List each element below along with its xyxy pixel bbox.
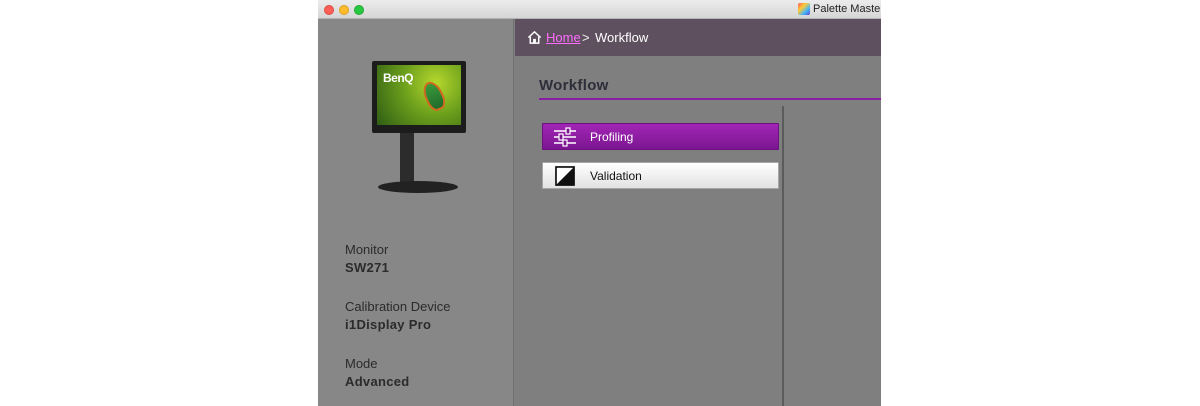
page-title: Workflow bbox=[539, 77, 609, 94]
breadcrumb: Home > Workflow bbox=[515, 19, 881, 56]
title-divider bbox=[539, 98, 881, 100]
workflow-panel: Workflow Profiling Validation bbox=[515, 56, 881, 406]
home-icon[interactable] bbox=[527, 30, 542, 45]
calibration-device-label: Calibration Device bbox=[345, 299, 451, 314]
monitor-label: Monitor bbox=[345, 242, 389, 257]
mode-value: Advanced bbox=[345, 374, 410, 389]
profiling-button[interactable]: Profiling bbox=[542, 123, 779, 150]
monitor-brand-logo: BenQ bbox=[383, 71, 414, 85]
validation-label: Validation bbox=[590, 169, 642, 183]
profiling-label: Profiling bbox=[590, 130, 634, 144]
monitor-value: SW271 bbox=[345, 260, 390, 275]
minimize-window-button[interactable] bbox=[339, 5, 349, 15]
zoom-window-button[interactable] bbox=[354, 5, 364, 15]
window-title: Palette Master bbox=[813, 3, 881, 15]
panel-divider bbox=[782, 106, 784, 406]
sidebar: BenQ Monitor SW271 Calibration Device i1… bbox=[318, 19, 514, 406]
contrast-square-icon bbox=[555, 166, 575, 186]
calibration-device-value: i1Display Pro bbox=[345, 317, 432, 332]
close-window-button[interactable] bbox=[324, 5, 334, 15]
breadcrumb-separator: > bbox=[582, 30, 590, 45]
mode-label: Mode bbox=[345, 356, 378, 371]
app-window: Palette Master BenQ Monitor SW271 Calibr… bbox=[318, 0, 881, 406]
title-bar: Palette Master bbox=[318, 0, 881, 19]
breadcrumb-current: Workflow bbox=[595, 30, 649, 45]
validation-button[interactable]: Validation bbox=[542, 162, 779, 189]
palette-master-app-icon bbox=[798, 3, 810, 15]
monitor-image: BenQ bbox=[370, 61, 466, 211]
breadcrumb-home-link[interactable]: Home bbox=[546, 30, 581, 45]
sliders-icon bbox=[554, 127, 576, 147]
